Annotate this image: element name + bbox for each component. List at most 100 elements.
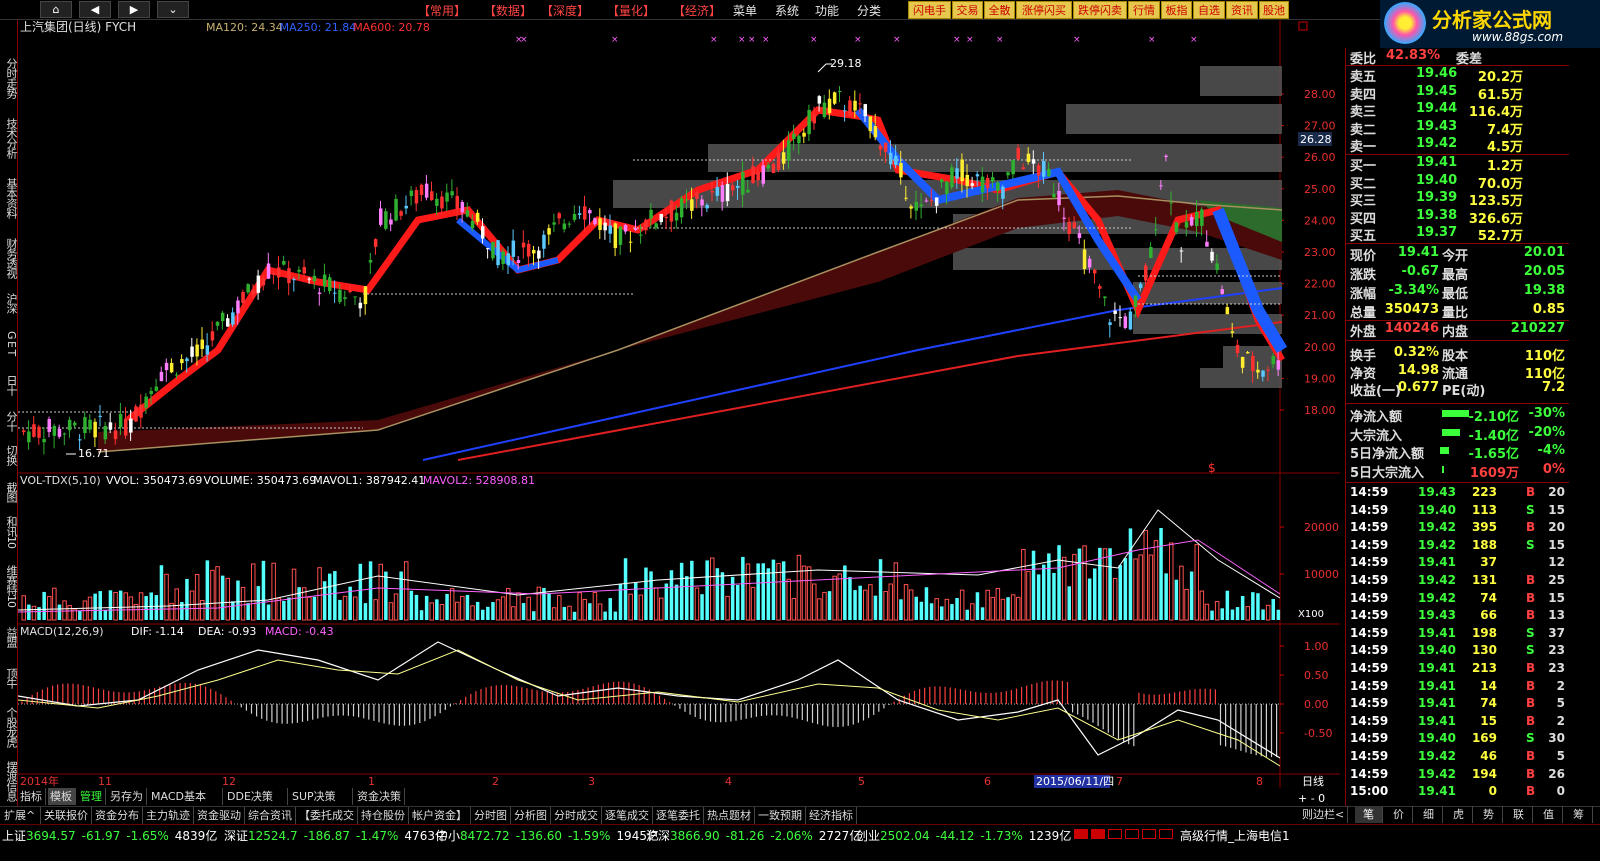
menu-item[interactable]: 【量化】 xyxy=(607,2,655,19)
stat-value: 0.32% xyxy=(1393,345,1439,360)
menu-item[interactable]: 菜单 xyxy=(733,2,757,19)
menu-item[interactable]: 【经济】 xyxy=(673,2,721,19)
candle-body xyxy=(261,277,266,286)
candle-body xyxy=(965,174,969,187)
forward-icon[interactable]: ▶ xyxy=(118,1,150,18)
function-tab[interactable]: 逐笔成交 xyxy=(603,807,653,824)
index-quote[interactable]: 上证3694.57 -61.97 -1.65% 4839亿 xyxy=(2,825,217,843)
candle-body xyxy=(679,198,684,218)
function-tab[interactable]: 持仓股份 xyxy=(359,807,409,824)
function-tab[interactable]: 分析图 xyxy=(512,807,551,824)
side-tab[interactable]: 联 xyxy=(1505,806,1533,823)
function-tab[interactable]: 一致预期 xyxy=(756,807,806,824)
stock-chart[interactable]: 上汽集团(日线) FYCH MA120: 24.34MA250: 21.84MA6… xyxy=(18,20,1340,806)
left-tab[interactable]: 截图 xyxy=(1,476,18,508)
function-tab[interactable]: 扩展^ xyxy=(2,807,41,824)
volume-bar xyxy=(1164,573,1168,620)
sidebar-toggle[interactable]: 则边栏< xyxy=(1300,806,1348,823)
function-tab[interactable]: 资金驱动 xyxy=(195,807,245,824)
indicator-tab[interactable]: 另存为 xyxy=(108,788,147,805)
toolbar-button[interactable]: 涨停闪买 xyxy=(1016,1,1072,19)
stat-label: 内盘 xyxy=(1442,325,1469,340)
left-tab[interactable]: 沪深 xyxy=(1,288,18,318)
function-tab[interactable]: 综合资讯 xyxy=(246,807,296,824)
flow-row: 净流入额 -2.10亿 -30% xyxy=(1346,406,1569,425)
left-tab[interactable]: 维赛特10 xyxy=(1,556,18,616)
left-tab[interactable]: 顶牛 xyxy=(1,660,18,696)
menu-item[interactable]: 【深度】 xyxy=(541,2,589,19)
menu-item[interactable]: 【常用】 xyxy=(418,2,466,19)
side-tab[interactable]: 势 xyxy=(1475,806,1503,823)
indicator-tab[interactable]: 指标 xyxy=(18,788,46,805)
menu-item[interactable]: 分类 xyxy=(857,2,881,19)
signal-marker: × xyxy=(1148,35,1156,45)
side-tab[interactable]: 笔 xyxy=(1355,806,1383,823)
function-tab[interactable]: 资金分布 xyxy=(93,807,143,824)
index-quote[interactable]: 中小8472.72 -136.60 -1.59% 1945亿 xyxy=(436,825,659,843)
volume-bar xyxy=(118,590,123,620)
left-tab[interactable]: 分十 xyxy=(1,406,18,436)
candle-body xyxy=(1235,344,1240,354)
left-tab[interactable]: 技术分析 xyxy=(1,110,18,166)
function-tab[interactable]: 主力轨迹 xyxy=(144,807,194,824)
toolbar-button[interactable]: 跌停闪卖 xyxy=(1073,1,1127,19)
function-tab[interactable]: 经济指标 xyxy=(807,807,857,824)
volume-bar xyxy=(103,610,108,620)
menu-item[interactable]: 功能 xyxy=(815,2,839,19)
left-tab[interactable]: 基本资料 xyxy=(1,170,18,226)
volume-bar xyxy=(231,601,235,620)
function-tab[interactable]: 帐户资金】 xyxy=(410,807,471,824)
toolbar-button[interactable]: 全散 xyxy=(984,1,1015,19)
side-tab[interactable]: 筹 xyxy=(1565,806,1593,823)
indicator-tab[interactable]: 管理 xyxy=(78,788,106,805)
function-tab[interactable]: 分时图 xyxy=(472,807,511,824)
toolbar-button[interactable]: 行情 xyxy=(1128,1,1160,19)
menu-item[interactable]: 【数据】 xyxy=(484,2,532,19)
left-tab[interactable]: 益盟 xyxy=(1,620,18,654)
function-tab[interactable]: 【委托成交 xyxy=(297,807,358,824)
date-label: 3 xyxy=(588,775,595,788)
toolbar-button[interactable]: 交易 xyxy=(952,1,983,19)
left-tab[interactable]: G E T xyxy=(1,322,18,364)
stat-row: 涨幅 -3.34% 最低 19.38 xyxy=(1346,283,1569,302)
index-quote[interactable]: 创业2502.04 -44.12 -1.73% 1239亿 xyxy=(856,825,1071,843)
indicator-tab[interactable]: 资金决策 xyxy=(355,788,405,805)
volume-bar xyxy=(445,593,449,620)
left-tab[interactable]: 分时走势 xyxy=(1,50,18,106)
indicator-tab[interactable]: DDE决策 xyxy=(225,788,288,805)
candle-body xyxy=(1138,283,1143,289)
side-tab[interactable]: 虎 xyxy=(1445,806,1473,823)
function-tab[interactable]: 逐笔委托 xyxy=(654,807,704,824)
menu-item[interactable]: 系统 xyxy=(775,2,799,19)
indicator-tab[interactable]: SUP决策 xyxy=(290,788,353,805)
indicator-tab[interactable]: MACD基本 xyxy=(149,788,223,805)
candle-body xyxy=(945,181,949,195)
toolbar-button[interactable]: 自选 xyxy=(1193,1,1225,19)
side-tab[interactable]: 值 xyxy=(1535,806,1563,823)
left-tab[interactable]: 和讯10 xyxy=(1,512,18,552)
indicator-tab[interactable]: 模板 xyxy=(48,788,76,805)
home-icon[interactable]: ⌂ xyxy=(40,1,72,18)
toolbar-button[interactable]: 板指 xyxy=(1161,1,1192,19)
toolbar-button[interactable]: 闪电手 xyxy=(908,1,951,19)
index-quote[interactable]: 深证12524.7 -186.87 -1.47% 4763亿 xyxy=(224,825,447,843)
candle-body xyxy=(384,211,388,229)
toolbar-button[interactable]: 股池 xyxy=(1259,1,1289,19)
left-tab[interactable]: 财务透视 xyxy=(1,230,18,286)
side-tab[interactable]: 价 xyxy=(1385,806,1413,823)
index-quote[interactable]: 沪深3866.90 -81.26 -2.06% 2727亿 xyxy=(646,825,861,843)
candle-body xyxy=(302,267,306,274)
left-tab[interactable]: 日十 xyxy=(1,368,18,402)
candle-body xyxy=(567,223,572,225)
left-tab[interactable]: 切换 xyxy=(1,440,18,470)
function-tab[interactable]: 热点题材 xyxy=(705,807,755,824)
function-tab[interactable]: 关联报价 xyxy=(42,807,92,824)
left-tab[interactable]: 个股龙虎 xyxy=(1,700,18,754)
back-icon[interactable]: ◀ xyxy=(79,1,111,18)
candle-body xyxy=(190,346,194,357)
function-tab[interactable]: 分时成交 xyxy=(552,807,602,824)
side-tab[interactable]: 细 xyxy=(1415,806,1443,823)
toolbar-button[interactable]: 资讯 xyxy=(1226,1,1258,19)
expand-icon[interactable]: ⌄ xyxy=(157,1,189,18)
candle-body xyxy=(593,218,597,225)
